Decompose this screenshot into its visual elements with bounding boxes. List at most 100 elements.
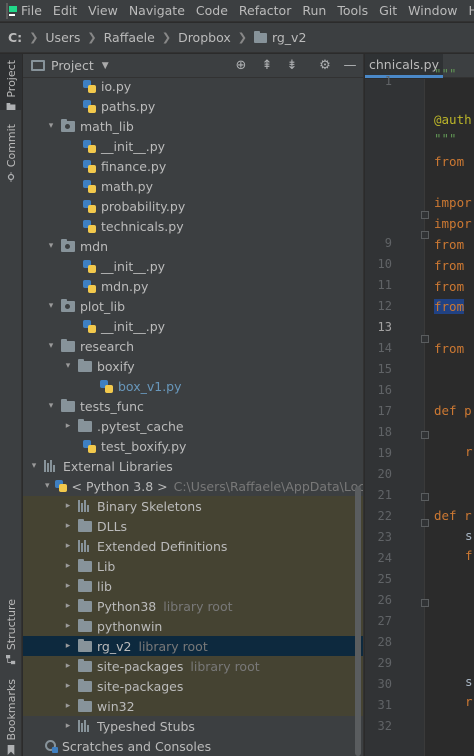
tree-item[interactable]: ▸ Typeshed Stubs <box>23 716 363 736</box>
chevron-right-icon[interactable]: ▸ <box>62 661 74 671</box>
code-line[interactable]: from <box>434 279 464 294</box>
tree-item[interactable]: ▸ Binary Skeletons <box>23 496 363 516</box>
chevron-down-icon[interactable]: ▾ <box>28 461 40 471</box>
tree-item[interactable]: ▾ < Python 3.8 > C:\Users\Raffaele\AppDa… <box>23 476 363 496</box>
chevron-right-icon[interactable]: ▸ <box>62 601 74 611</box>
code-line-selected[interactable]: from <box>434 299 465 314</box>
chevron-down-icon[interactable]: ▾ <box>45 121 57 131</box>
breadcrumb-raffaele[interactable]: Raffaele <box>104 30 155 45</box>
project-panel-title[interactable]: Project <box>51 58 94 73</box>
tree-item[interactable]: ▾ External Libraries <box>23 456 363 476</box>
fold-marker-icon[interactable] <box>421 335 429 343</box>
code-line[interactable]: impor <box>434 195 472 210</box>
hide-panel-icon[interactable]: — <box>342 58 358 74</box>
menu-view[interactable]: View <box>83 3 124 18</box>
select-opened-file-icon[interactable]: ⊕ <box>233 58 249 74</box>
menu-run[interactable]: Run <box>297 3 332 18</box>
chevron-right-icon[interactable]: ▸ <box>62 621 74 631</box>
structure-tool-button[interactable]: Structure <box>0 599 22 665</box>
bookmarks-tool-button[interactable]: Bookmarks <box>0 679 22 756</box>
tree-item[interactable]: io.py <box>23 76 363 96</box>
tree-item[interactable]: ▸ Lib <box>23 556 363 576</box>
code-line[interactable]: s <box>465 528 473 543</box>
code-line[interactable]: from <box>434 154 464 169</box>
menu-navigate[interactable]: Navigate <box>124 3 191 18</box>
tree-item[interactable]: Scratches and Consoles <box>23 736 363 756</box>
fold-marker-icon[interactable] <box>421 211 429 219</box>
code-line[interactable]: from <box>434 258 464 273</box>
code-line[interactable]: s <box>465 674 473 689</box>
tree-item[interactable]: ▸ win32 <box>23 696 363 716</box>
collapse-all-icon[interactable]: ⇟ <box>284 58 300 74</box>
tree-item[interactable]: math.py <box>23 176 363 196</box>
tree-item[interactable]: ▸ .pytest_cache <box>23 416 363 436</box>
tree-item[interactable]: ▸ lib <box>23 576 363 596</box>
chevron-right-icon[interactable]: ▸ <box>62 421 74 431</box>
tree-scrollbar[interactable] <box>355 486 361 756</box>
breadcrumb-dropbox[interactable]: Dropbox <box>178 30 231 45</box>
tree-item[interactable]: ▸ site-packages library root <box>23 656 363 676</box>
tree-item[interactable]: paths.py <box>23 96 363 116</box>
tree-item[interactable]: ▾ boxify <box>23 356 363 376</box>
expand-all-icon[interactable]: ⇞ <box>259 58 275 74</box>
tree-item[interactable]: ▸ DLLs <box>23 516 363 536</box>
menu-tools[interactable]: Tools <box>332 3 374 18</box>
tree-item[interactable]: ▾ mdn <box>23 236 363 256</box>
code-line[interactable]: r <box>465 444 473 459</box>
code-line[interactable]: @auth <box>434 112 472 127</box>
chevron-right-icon[interactable]: ▸ <box>62 681 74 691</box>
tree-item[interactable]: ▸ Extended Definitions <box>23 536 363 556</box>
chevron-right-icon[interactable]: ▸ <box>62 701 74 711</box>
chevron-down-icon[interactable]: ▾ <box>45 481 50 491</box>
chevron-right-icon[interactable]: ▸ <box>62 541 74 551</box>
tree-item[interactable]: __init__.py <box>23 256 363 276</box>
code-line[interactable]: def r <box>434 508 472 523</box>
chevron-down-icon[interactable]: ▾ <box>45 301 57 311</box>
code-line[interactable]: def p <box>434 403 472 418</box>
tree-item[interactable]: box_v1.py <box>23 376 363 396</box>
tree-item[interactable]: ▸ Python38 library root <box>23 596 363 616</box>
tree-item[interactable]: ▾ tests_func <box>23 396 363 416</box>
menu-window[interactable]: Window <box>403 3 463 18</box>
menu-code[interactable]: Code <box>191 3 234 18</box>
breadcrumb-rg-v2[interactable]: rg_v2 <box>272 30 306 45</box>
chevron-right-icon[interactable]: ▸ <box>62 721 74 731</box>
fold-marker-icon[interactable] <box>421 231 429 239</box>
tree-item[interactable]: technicals.py <box>23 216 363 236</box>
fold-marker-icon[interactable] <box>421 493 429 501</box>
project-tool-button[interactable]: Project <box>0 54 22 110</box>
chevron-down-icon[interactable]: ▼ <box>102 61 109 71</box>
menu-file[interactable]: File <box>16 3 48 18</box>
breadcrumb-drive[interactable]: C: <box>8 30 22 45</box>
breadcrumb-users[interactable]: Users <box>45 30 80 45</box>
chevron-right-icon[interactable]: ▸ <box>62 641 74 651</box>
tree-item[interactable]: ▸ site-packages <box>23 676 363 696</box>
code-line[interactable]: f <box>465 548 473 563</box>
menu-edit[interactable]: Edit <box>48 3 83 18</box>
chevron-down-icon[interactable]: ▾ <box>45 241 57 251</box>
fold-marker-icon[interactable] <box>421 599 429 607</box>
tree-item[interactable]: ▸ rg_v2 library root <box>23 636 363 656</box>
tree-item[interactable]: finance.py <box>23 156 363 176</box>
chevron-right-icon[interactable]: ▸ <box>62 581 74 591</box>
menu-refactor[interactable]: Refactor <box>234 3 297 18</box>
tree-item[interactable]: ▸ pythonwin <box>23 616 363 636</box>
commit-tool-button[interactable]: Commit <box>0 124 22 183</box>
chevron-down-icon[interactable]: ▾ <box>45 401 57 411</box>
code-line[interactable]: impor <box>434 216 472 231</box>
tree-item[interactable]: ▾ math_lib <box>23 116 363 136</box>
code-line[interactable]: from <box>434 341 464 356</box>
code-line[interactable]: """ <box>434 66 457 81</box>
tree-item[interactable]: test_boxify.py <box>23 436 363 456</box>
tree-item[interactable]: __init__.py <box>23 136 363 156</box>
menu-git[interactable]: Git <box>374 3 403 18</box>
fold-marker-icon[interactable] <box>421 431 429 439</box>
chevron-right-icon[interactable]: ▸ <box>62 501 74 511</box>
chevron-right-icon[interactable]: ▸ <box>62 561 74 571</box>
tree-item[interactable]: __init__.py <box>23 316 363 336</box>
chevron-right-icon[interactable]: ▸ <box>62 521 74 531</box>
tree-item[interactable]: ▾ research <box>23 336 363 356</box>
tree-item[interactable]: probability.py <box>23 196 363 216</box>
tree-item[interactable]: ▾ plot_lib <box>23 296 363 316</box>
code-line[interactable]: r <box>465 694 473 709</box>
